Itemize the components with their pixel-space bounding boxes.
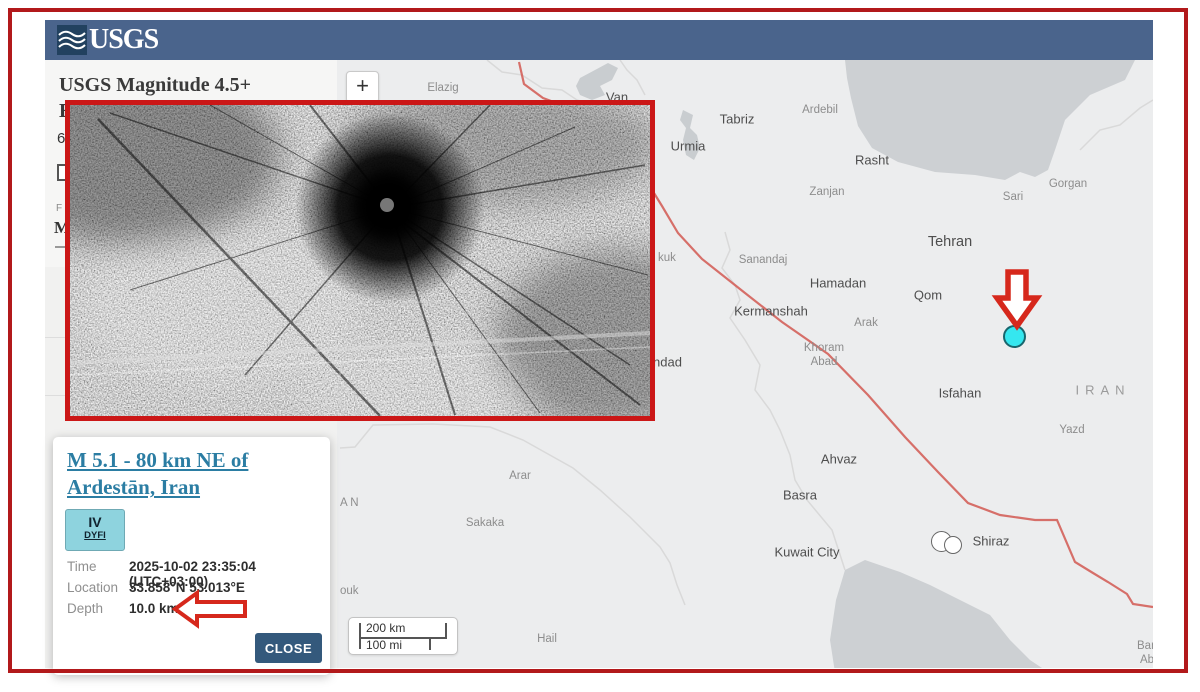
usgs-wave-icon (57, 25, 87, 55)
map-scale-control: 200 km 100 mi (348, 617, 458, 655)
app-header: USGS (45, 20, 1153, 60)
scale-mi-label: 100 mi (366, 638, 402, 652)
earthquake-marker[interactable] (944, 536, 962, 554)
lake-van (576, 63, 618, 100)
scale-km-label: 200 km (366, 621, 405, 635)
sidebar-partial-text-f: F (56, 203, 62, 214)
caspian-sea (845, 60, 1135, 180)
scale-mi-tick (429, 637, 431, 650)
scale-km-tick (445, 623, 447, 639)
zoom-in-button[interactable]: + (346, 71, 379, 103)
dyfi-label: DYFI (66, 530, 124, 541)
persian-gulf (830, 560, 1075, 668)
lake-urmia (680, 110, 700, 160)
close-button[interactable]: CLOSE (255, 633, 322, 663)
event-title-link[interactable]: M 5.1 - 80 km NE of Ardestān, Iran (67, 447, 317, 501)
usgs-logo: USGS (57, 25, 158, 55)
dyfi-intensity: IV (66, 514, 124, 530)
usgs-logo-text: USGS (89, 25, 158, 55)
screenshot-canvas: USGS USGS Magnitude 4.5+ E 6 F M 5.1 93 … (0, 0, 1200, 692)
annotation-arrow-down-icon (987, 268, 1047, 332)
annotation-arrow-left-icon (171, 589, 249, 629)
earthquake-popup: M 5.1 - 80 km NE of Ardestān, Iran IV DY… (53, 437, 330, 675)
overlay-crater-image (65, 100, 655, 421)
dyfi-badge[interactable]: IV DYFI (65, 509, 125, 551)
scale-tick (359, 623, 361, 649)
time-row: Time 2025-10-02 23:35:04 (UTC+03:00) (67, 559, 317, 579)
